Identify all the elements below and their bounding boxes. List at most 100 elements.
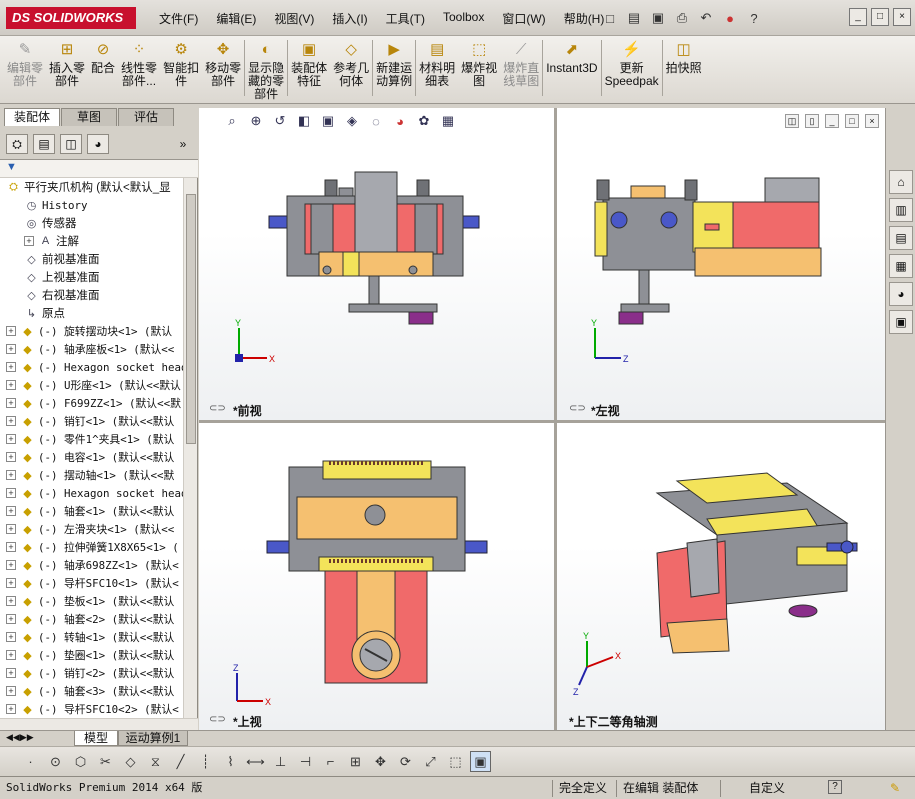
property-manager-icon[interactable]: ▤: [33, 134, 55, 154]
tree-item[interactable]: + ◆ (-) 摆动轴<1> (默认<<默: [0, 466, 184, 484]
command-exploded-view-button[interactable]: ⬚ 爆炸视 图: [458, 36, 500, 102]
tab-model[interactable]: 模型: [74, 731, 118, 746]
design-library-icon[interactable]: ▥: [889, 198, 913, 222]
status-help-icon[interactable]: ?: [828, 780, 842, 794]
menu-item-4[interactable]: 工具(T): [377, 10, 434, 27]
expand-panel-icon[interactable]: »: [172, 134, 194, 154]
new-icon[interactable]: □: [600, 8, 620, 28]
tree-item[interactable]: + ◆ (-) 导杆SFC10<1> (默认<: [0, 574, 184, 592]
tree-item[interactable]: + ◆ (-) 轴承座板<1> (默认<<: [0, 340, 184, 358]
display-manager-icon[interactable]: ◕: [87, 134, 109, 154]
tree-scrollbar-thumb[interactable]: [186, 194, 196, 444]
menu-item-2[interactable]: 视图(V): [265, 10, 323, 27]
tab-motion-study[interactable]: 运动算例1: [118, 731, 188, 746]
print-icon[interactable]: ⎙: [672, 8, 692, 28]
command-assembly-feature-button[interactable]: ▣ 装配体 特征: [288, 36, 330, 102]
expand-toggle-icon[interactable]: +: [6, 524, 16, 534]
tree-scrollbar[interactable]: [183, 178, 197, 718]
appearances-icon[interactable]: ◕: [889, 282, 913, 306]
point-icon[interactable]: ·: [20, 751, 41, 772]
tree-item[interactable]: + ◆ (-) F699ZZ<1> (默认<<默: [0, 394, 184, 412]
command-smart-fastener-button[interactable]: ⚙ 智能扣 件: [160, 36, 202, 102]
viewport-tile2-icon[interactable]: ▯: [805, 114, 819, 128]
menu-item-6[interactable]: 窗口(W): [493, 10, 554, 27]
viewport-left[interactable]: Y Z *左视 ⊂⊃: [557, 108, 885, 420]
rebuild-icon[interactable]: ●: [720, 8, 740, 28]
menu-item-0[interactable]: 文件(F): [150, 10, 207, 27]
expand-toggle-icon[interactable]: +: [6, 344, 16, 354]
viewport-front[interactable]: Y X *前视 ⊂⊃: [199, 108, 554, 420]
construction-icon[interactable]: ⌇: [220, 751, 241, 772]
tree-item[interactable]: ↳ 原点: [0, 304, 184, 322]
custom-properties-icon[interactable]: ▣: [889, 310, 913, 334]
tree-item[interactable]: + ◆ (-) 旋转摆动块<1> (默认: [0, 322, 184, 340]
command-linear-pattern-button[interactable]: ⁘ 线性零 部件...: [118, 36, 160, 102]
appearance-icon[interactable]: ◕: [391, 112, 409, 130]
instant3d-toggle-icon[interactable]: ▣: [470, 751, 491, 772]
viewport-restore-button[interactable]: □: [845, 114, 859, 128]
mirror-icon[interactable]: ⧖: [145, 751, 166, 772]
link-icon[interactable]: ⊂⊃: [569, 403, 586, 414]
tree-item[interactable]: + ◆ (-) 轴承698ZZ<1> (默认<: [0, 556, 184, 574]
hide-show-icon[interactable]: ◌: [367, 112, 385, 130]
tree-item[interactable]: + ◆ (-) 轴套<1> (默认<<默认: [0, 502, 184, 520]
expand-toggle-icon[interactable]: +: [6, 470, 16, 480]
tree-item[interactable]: ◎ 传感器: [0, 214, 184, 232]
tree-item[interactable]: ◇ 前视基准面: [0, 250, 184, 268]
undo-icon[interactable]: ↶: [696, 8, 716, 28]
circle-icon[interactable]: ⊙: [45, 751, 66, 772]
tree-item[interactable]: + ◆ (-) 零件1^夹具<1> (默认: [0, 430, 184, 448]
filter-icon[interactable]: ▼: [6, 161, 17, 173]
expand-toggle-icon[interactable]: +: [6, 632, 16, 642]
file-explorer-icon[interactable]: ▤: [889, 226, 913, 250]
menu-item-3[interactable]: 插入(I): [323, 10, 376, 27]
expand-toggle-icon[interactable]: +: [6, 560, 16, 570]
command-new-motion-study-button[interactable]: ▶ 新建运 动算例: [373, 36, 415, 102]
view-orientation-icon[interactable]: ▣: [319, 112, 337, 130]
display-style-icon[interactable]: ◈: [343, 112, 361, 130]
command-move-component-button[interactable]: ✥ 移动零 部件: [202, 36, 244, 102]
expand-toggle-icon[interactable]: +: [6, 380, 16, 390]
tree-item[interactable]: + ◆ (-) 拉伸弹簧1X8X65<1> (: [0, 538, 184, 556]
expand-toggle-icon[interactable]: +: [6, 686, 16, 696]
repair-icon[interactable]: ⌐: [320, 751, 341, 772]
tab-nav-icon[interactable]: ◀◀▶▶: [6, 732, 34, 743]
expand-toggle-icon[interactable]: +: [6, 704, 16, 714]
command-explode-line-sketch-button[interactable]: ⟋ 爆炸直 线草图: [500, 36, 542, 102]
trim-icon[interactable]: ✂: [95, 751, 116, 772]
command-bom-button[interactable]: ▤ 材料明 细表: [416, 36, 458, 102]
scene-icon[interactable]: ✿: [415, 112, 433, 130]
fix-icon[interactable]: ⊣: [295, 751, 316, 772]
expand-toggle-icon[interactable]: +: [6, 542, 16, 552]
command-edit-part-button[interactable]: ✎ 编辑零 部件: [4, 36, 46, 102]
tree-item[interactable]: + ◆ (-) Hexagon socket head: [0, 484, 184, 502]
viewport-top[interactable]: Z X *上视 ⊂⊃: [199, 423, 554, 730]
command-snapshot-button[interactable]: ◫ 拍快照: [663, 36, 705, 102]
tree-item[interactable]: + ◆ (-) U形座<1> (默认<<默认: [0, 376, 184, 394]
configuration-manager-icon[interactable]: ◫: [60, 134, 82, 154]
move-entities-icon[interactable]: ✥: [370, 751, 391, 772]
expand-toggle-icon[interactable]: +: [6, 596, 16, 606]
open-icon[interactable]: ▤: [624, 8, 644, 28]
viewport-horizontal-splitter[interactable]: [199, 420, 885, 423]
close-button[interactable]: ×: [893, 8, 911, 26]
rotate-entities-icon[interactable]: ⟳: [395, 751, 416, 772]
tab-evaluate[interactable]: 评估: [118, 108, 174, 126]
polygon-icon[interactable]: ⬡: [70, 751, 91, 772]
expand-toggle-icon[interactable]: +: [24, 236, 34, 246]
tree-item[interactable]: + A 注解: [0, 232, 184, 250]
expand-toggle-icon[interactable]: +: [6, 434, 16, 444]
tree-item[interactable]: ⛭ 平行夹爪机构 (默认<默认_显: [0, 178, 184, 196]
tree-item[interactable]: ◷ History: [0, 196, 184, 214]
menu-item-1[interactable]: 编辑(E): [207, 10, 265, 27]
viewport-close-button[interactable]: ×: [865, 114, 879, 128]
viewport-vertical-splitter[interactable]: [554, 108, 557, 730]
zoom-to-fit-icon[interactable]: ⌕: [223, 112, 241, 130]
viewport-isometric[interactable]: Y X Z *上下二等角轴测: [557, 423, 885, 730]
tree-item[interactable]: + ◆ (-) 垫圈<1> (默认<<默认: [0, 646, 184, 664]
tree-item[interactable]: + ◆ (-) 轴套<2> (默认<<默认: [0, 610, 184, 628]
tree-item[interactable]: + ◆ (-) 轴套<3> (默认<<默认: [0, 682, 184, 700]
tree-item[interactable]: + ◆ (-) 垫板<1> (默认<<默认: [0, 592, 184, 610]
command-instant3d-button[interactable]: ⬈ Instant3D: [543, 36, 600, 102]
command-show-hidden-button[interactable]: ◐ 显示隐 藏的零 部件: [245, 36, 287, 102]
